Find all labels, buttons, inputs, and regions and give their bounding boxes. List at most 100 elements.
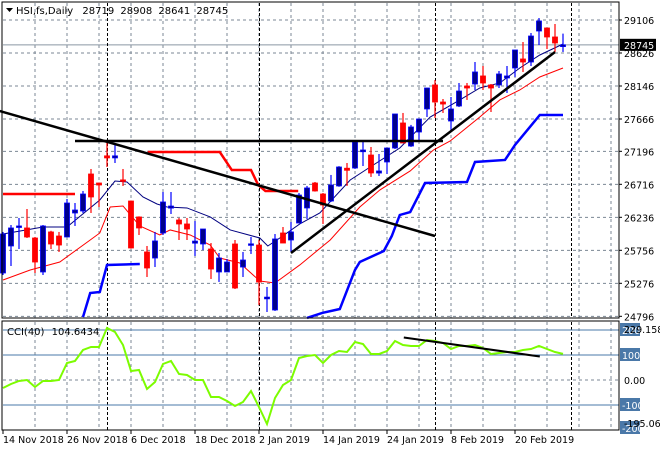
current-price-label: 28745 [624,41,654,52]
high-value: 28908 [120,6,152,17]
bull-candle [248,243,254,246]
bear-candle [96,182,102,186]
bull-candle [160,201,166,234]
bear-candle [144,251,150,269]
bull-candle [392,113,398,149]
bear-candle [48,231,54,245]
bull-candle [16,225,22,228]
bear-candle [368,154,374,174]
bull-candle [336,166,342,187]
bull-candle [472,71,478,85]
bull-candle [72,209,78,214]
bear-candle [464,85,470,89]
price-tick-label: 29106 [624,16,654,27]
bull-candle [416,118,422,133]
bear-candle [88,173,94,198]
bull-candle [384,147,390,163]
bear-candle [176,219,182,225]
bear-candle [312,182,318,192]
close-value: 28745 [196,6,228,17]
bear-candle [256,244,262,283]
bull-candle [408,126,414,147]
bear-candle [344,167,350,171]
bull-candle [296,194,302,224]
bear-candle [136,216,142,229]
symbol-label: HSI,fs,Daily [16,6,73,17]
cci-value: 104.6434 [52,327,100,338]
bull-candle [456,90,462,107]
hsi-chart: 2910628626281462766627196267162623625756… [0,0,660,450]
bear-candle [32,237,38,263]
bear-candle [280,232,286,244]
bear-candle [520,58,526,63]
cci-max-label: 229.1588 [624,325,660,336]
bear-candle [104,155,110,159]
price-tick-label: 24796 [624,312,654,323]
bear-candle [56,235,62,246]
bear-candle [120,179,126,182]
price-tick-label: 25756 [624,246,654,257]
date-tick-label: 20 Feb 2019 [515,435,574,446]
bull-candle [512,49,518,69]
bull-candle [328,184,334,202]
bear-candle [488,84,494,89]
date-tick-label: 14 Nov 2018 [3,435,64,446]
bull-candle [40,225,46,273]
price-tick-label: 26236 [624,213,654,224]
bull-candle [272,238,278,311]
cci-label: CCI(40) [7,327,45,338]
cci-level-label: 100 [622,351,640,362]
price-tick-label: 26716 [624,180,654,191]
bull-candle [504,75,510,79]
bull-candle [224,261,230,273]
bull-candle [240,259,246,268]
bull-candle [496,73,502,86]
bull-candle [152,240,158,259]
date-tick-label: 14 Jan 2019 [323,435,380,446]
bull-candle [528,35,534,63]
price-tick-label: 27666 [624,115,654,126]
bear-candle [208,248,214,270]
bear-candle [480,75,486,84]
bear-candle [552,36,558,44]
bull-candle [424,87,430,110]
bull-candle [264,296,270,300]
date-tick-label: 2 Jan 2019 [259,435,310,446]
bull-candle [536,20,542,32]
bull-candle [360,149,366,153]
price-tick-label: 25276 [624,279,654,290]
cci-header: CCI(40) 104.6434 [7,327,99,338]
bull-candle [216,257,222,273]
bull-candle [448,108,454,122]
open-value: 28719 [82,6,114,17]
bear-candle [184,223,190,230]
bear-candle [440,101,446,105]
bear-candle [232,243,238,289]
date-tick-label: 26 Nov 2018 [67,435,128,446]
bull-candle [80,193,86,212]
bull-candle [112,155,118,159]
date-tick-label: 6 Dec 2018 [131,435,186,446]
cci-level-label: -100 [622,401,644,412]
bull-candle [192,240,198,244]
bull-candle [8,227,14,247]
date-tick-label: 24 Jan 2019 [387,435,444,446]
bull-candle [168,205,174,209]
bear-candle [128,200,134,249]
cci-min-label: -195.0612 [624,419,660,430]
bull-candle [352,141,358,169]
bull-candle [200,228,206,245]
bull-candle [0,233,6,274]
price-tick-label: 27196 [624,147,654,158]
price-tick-label: 28146 [624,82,654,93]
bull-candle [376,170,382,174]
bear-candle [24,227,30,238]
bull-candle [288,231,294,241]
bear-candle [432,84,438,103]
chart-header: HSI,fs,Daily 28719 28908 28641 28745 [16,6,228,17]
bull-candle [560,44,566,48]
low-value: 28641 [158,6,190,17]
bear-candle [544,27,550,38]
bull-candle [64,202,70,238]
date-tick-label: 8 Feb 2019 [451,435,504,446]
